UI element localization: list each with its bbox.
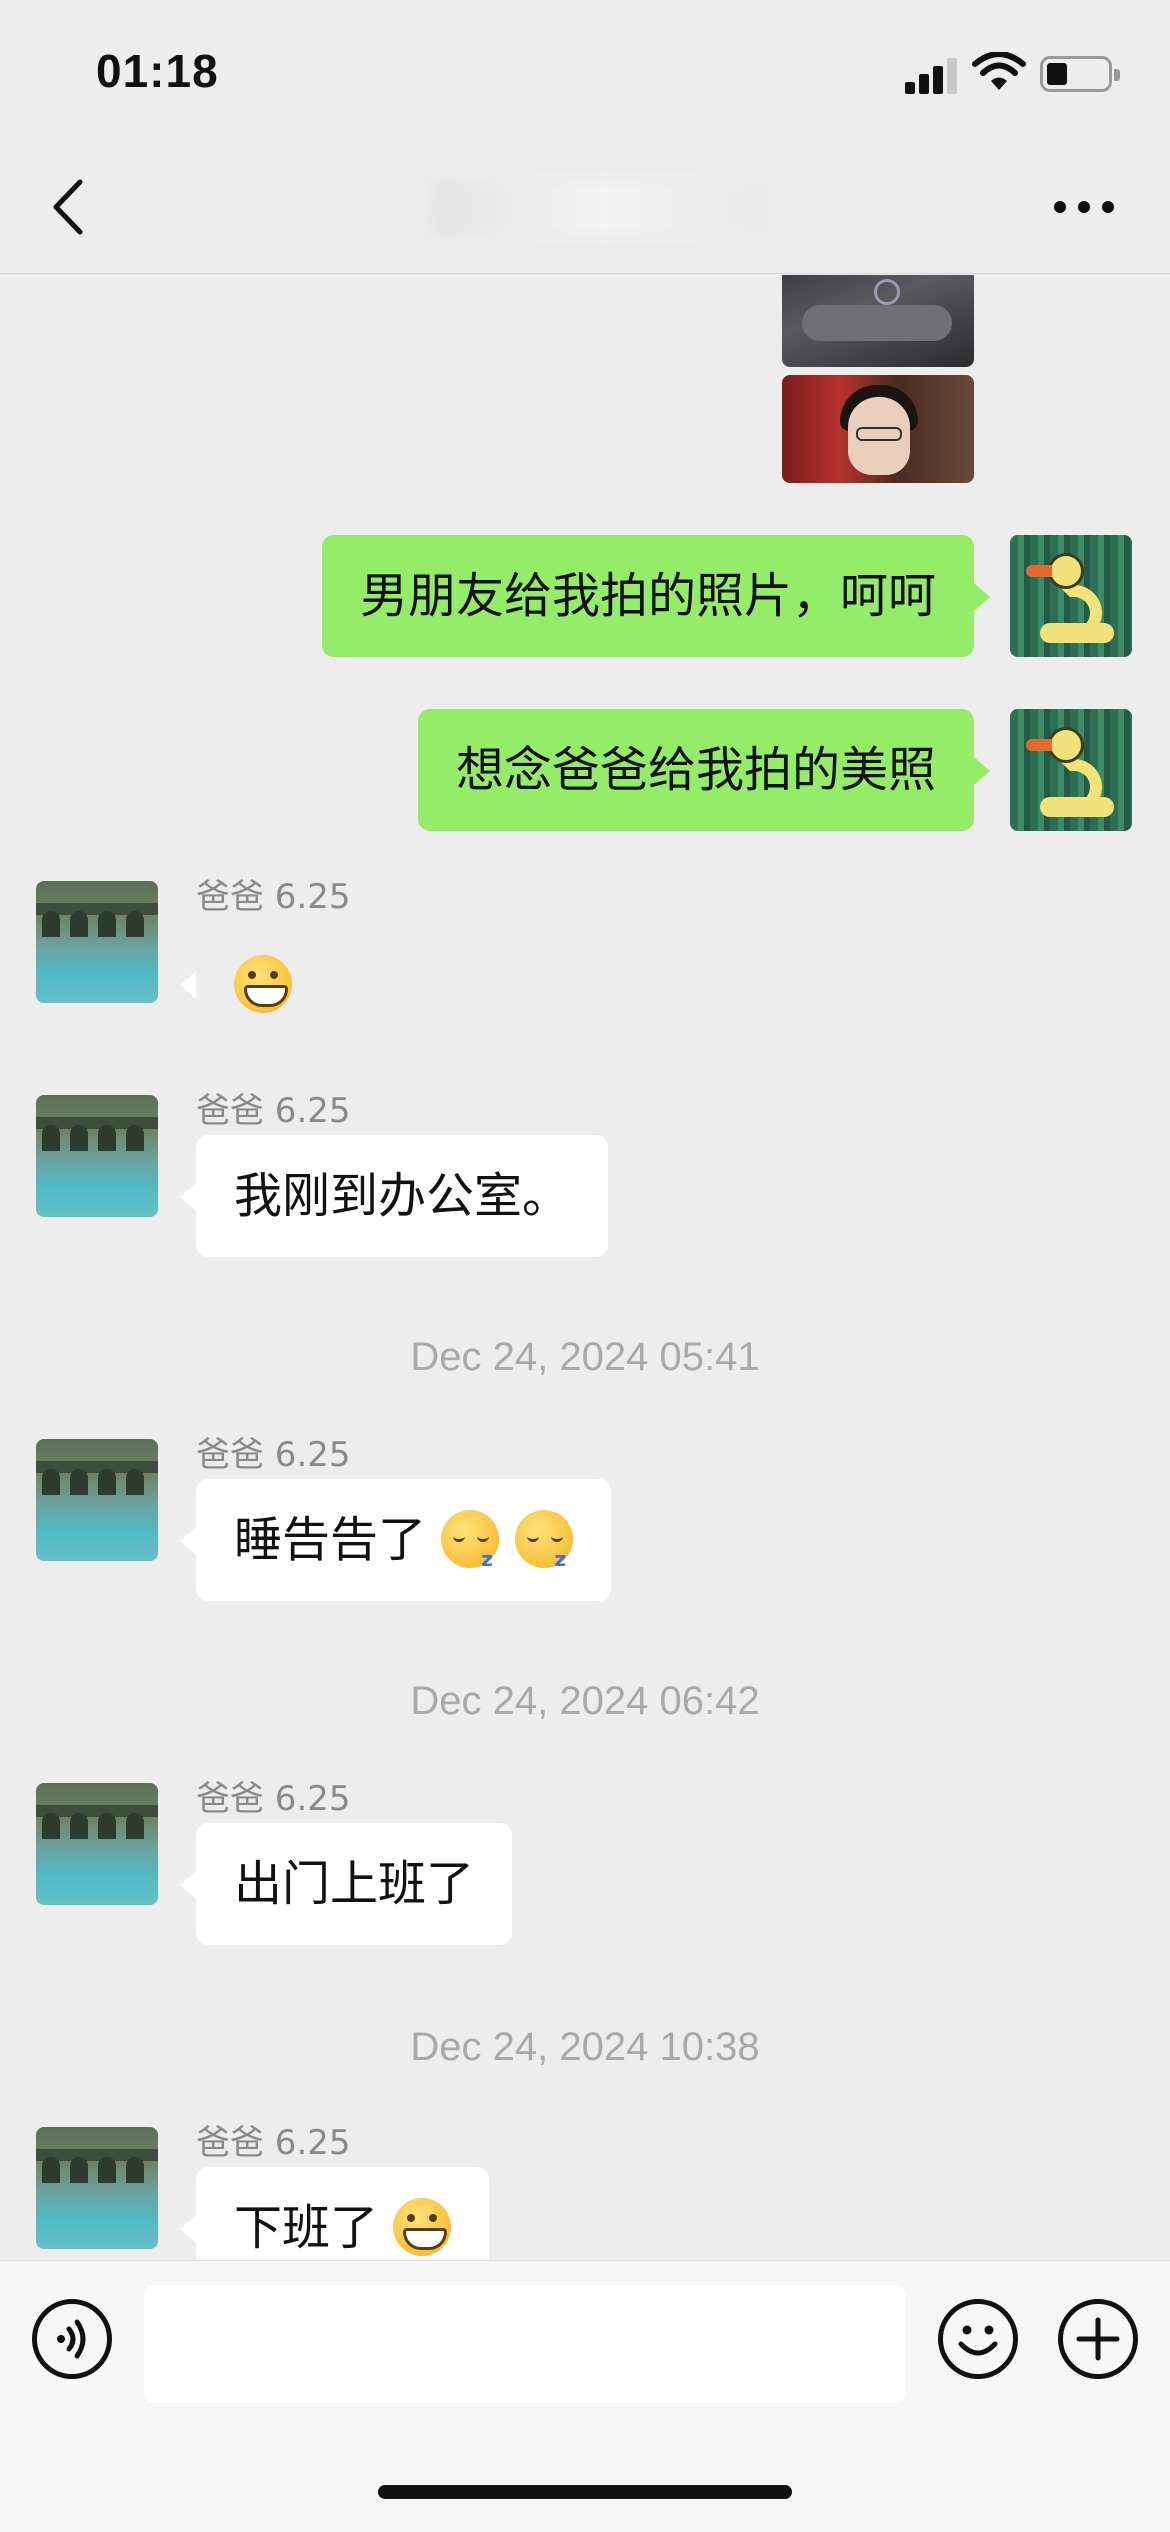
message-input-bar	[0, 2260, 1170, 2532]
status-time: 01:18	[96, 45, 219, 97]
message-text: 睡告告了	[234, 1512, 427, 1568]
plus-icon[interactable]	[1058, 2299, 1138, 2379]
bubble-tail	[180, 1871, 196, 1899]
message-bubble-incoming[interactable]: 睡告告了 z z	[196, 1479, 611, 1601]
message-timestamp: Dec 24, 2024 06:42	[410, 1679, 760, 1723]
sleeping-emoji-icon: z	[514, 1510, 573, 1571]
message-timestamp: Dec 24, 2024 10:38	[410, 2025, 760, 2069]
message-bubble-incoming[interactable]: 我刚到办公室。	[196, 1135, 609, 1257]
sent-photo[interactable]	[782, 375, 974, 483]
message-text: 出门上班了	[234, 1856, 475, 1912]
status-bar: 01:18	[0, 0, 1170, 140]
voice-icon[interactable]	[32, 2299, 112, 2379]
contact-avatar[interactable]	[36, 1783, 158, 1905]
nav-bar	[0, 140, 1170, 274]
my-avatar[interactable]	[1010, 535, 1132, 657]
message-bubble-outgoing[interactable]: 男朋友给我拍的照片，呵呵	[321, 535, 974, 657]
message-text: 我刚到办公室。	[234, 1168, 571, 1224]
contact-avatar[interactable]	[36, 2127, 158, 2249]
signal-icon	[905, 56, 957, 94]
bubble-tail	[974, 583, 990, 611]
sender-name: 爸爸 6.25	[196, 1779, 351, 1819]
chevron-left-icon[interactable]	[44, 174, 94, 240]
message-text: 想念爸爸给我拍的美照	[455, 742, 936, 798]
emoji-face-icon[interactable]	[938, 2299, 1018, 2379]
contact-avatar[interactable]	[36, 881, 158, 1003]
contact-avatar[interactable]	[36, 1439, 158, 1561]
sender-name: 爸爸 6.25	[196, 1435, 351, 1475]
bubble-tail	[974, 757, 990, 785]
sleeping-emoji-icon: z	[441, 1510, 500, 1571]
battery-icon	[1040, 56, 1120, 92]
message-text: 下班了	[234, 2200, 379, 2256]
message-text: 男朋友给我拍的照片，呵呵	[359, 568, 936, 624]
grinning-emoji-icon	[393, 2198, 452, 2256]
sent-photo[interactable]	[782, 275, 974, 367]
my-avatar[interactable]	[1010, 709, 1132, 831]
more-dots-icon[interactable]	[1052, 192, 1116, 222]
chat-message-list[interactable]: 男朋友给我拍的照片，呵呵 想念爸爸给我拍的美照 爸爸 6.25 爸爸 6.25 …	[0, 275, 1170, 2260]
chat-title-blurred	[430, 180, 770, 236]
bubble-tail	[180, 971, 196, 999]
home-indicator	[378, 2485, 792, 2499]
bubble-tail	[180, 1527, 196, 1555]
sender-name: 爸爸 6.25	[196, 1091, 351, 1131]
message-bubble-incoming[interactable]: 下班了	[196, 2167, 490, 2260]
bubble-tail	[180, 1183, 196, 1211]
grinning-emoji-icon	[234, 955, 292, 1013]
sender-name: 爸爸 6.25	[196, 2123, 351, 2163]
message-input[interactable]	[144, 2285, 906, 2403]
wifi-icon	[972, 52, 1026, 90]
message-timestamp: Dec 24, 2024 05:41	[410, 1335, 760, 1379]
message-bubble-outgoing[interactable]: 想念爸爸给我拍的美照	[417, 709, 974, 831]
contact-avatar[interactable]	[36, 1095, 158, 1217]
bubble-tail	[180, 2215, 196, 2243]
message-bubble-incoming[interactable]: 出门上班了	[196, 1823, 513, 1945]
sender-name: 爸爸 6.25	[196, 877, 351, 917]
